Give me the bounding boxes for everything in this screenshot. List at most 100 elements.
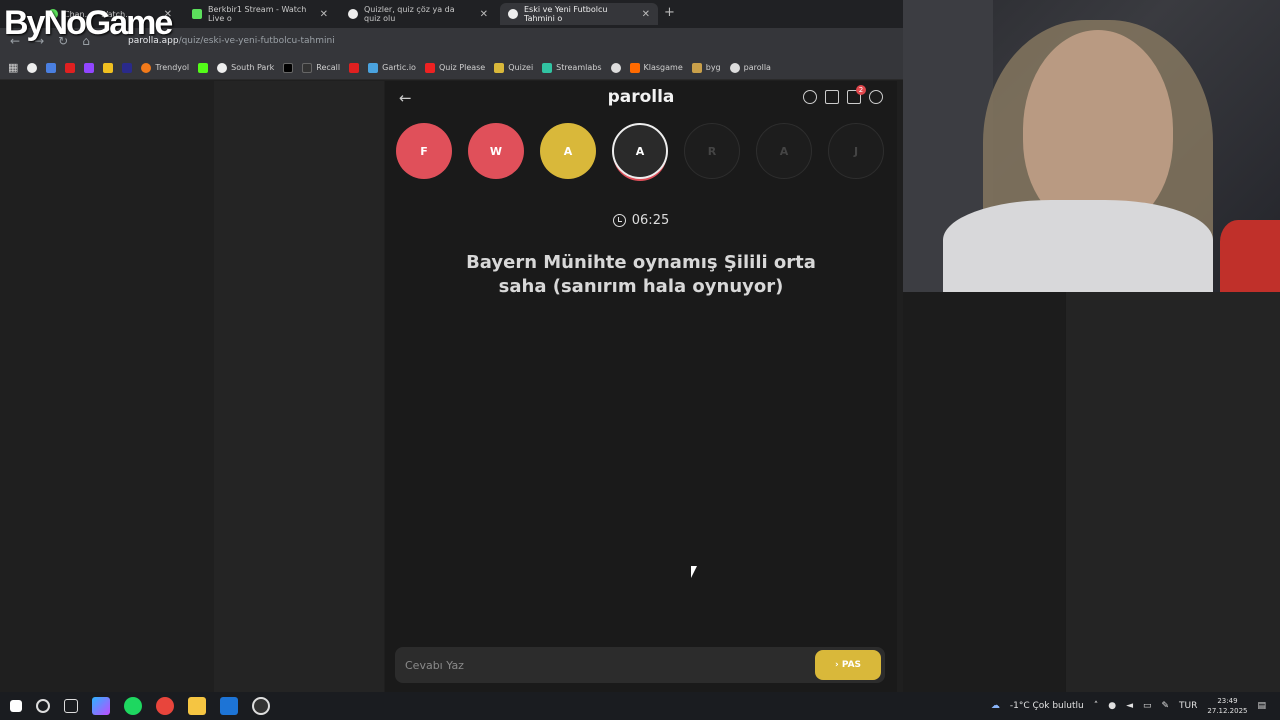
notification-badge: 2 [856, 85, 866, 95]
leaderboard-icon[interactable] [825, 90, 839, 104]
bookmark-blue[interactable] [122, 62, 133, 73]
bookmark-trendyol[interactable]: Trendyol [141, 62, 190, 73]
speaker-icon[interactable]: ◄ [1126, 701, 1133, 711]
pass-button[interactable]: › PAS [815, 650, 881, 680]
bookmark-x[interactable] [283, 62, 294, 73]
bookmark-youtube[interactable] [65, 62, 76, 73]
answer-input[interactable] [405, 655, 795, 675]
bookmark-label: Trendyol [155, 63, 190, 72]
browser-window: Chan... - Watch... ✕ Berkbir1 Stream - W… [0, 0, 903, 692]
bookmark-recall[interactable]: Recall [302, 62, 341, 73]
bookmark-kick[interactable] [198, 62, 209, 73]
apps-grid-icon[interactable]: ▦ [8, 61, 18, 74]
tab-close-icon[interactable]: ✕ [480, 9, 488, 20]
bookmark-globe[interactable] [610, 62, 621, 73]
language-indicator[interactable]: TUR [1179, 701, 1197, 711]
bookmark-label: Streamlabs [556, 63, 602, 72]
bookmark-quiz-please[interactable]: Quiz Please [424, 62, 486, 73]
tab-favicon-icon [348, 9, 358, 19]
bookmark-streamlabs[interactable]: Streamlabs [542, 62, 602, 73]
bookmark-youtube-2[interactable] [349, 62, 360, 73]
timer-value: 06:25 [631, 213, 670, 228]
streamlabs-icon [542, 62, 553, 73]
clock-date: 27.12.2025 [1207, 707, 1248, 715]
task-view-icon[interactable] [64, 699, 78, 713]
pass-label: PAS [841, 660, 862, 670]
new-tab-icon[interactable]: + [664, 5, 675, 20]
mouse-cursor-icon [691, 566, 697, 578]
quiz-please-icon [424, 62, 435, 73]
timer: 06:25 [385, 213, 897, 228]
bookmark-south-park[interactable]: South Park [217, 62, 274, 73]
bookmark-label: Quiz Please [438, 63, 486, 72]
parolla-icon [729, 62, 740, 73]
windows-start-icon[interactable] [10, 700, 22, 712]
microphone-icon[interactable]: ● [1108, 701, 1116, 711]
translate-icon [46, 62, 57, 73]
taskbar: ☁ -1°C Çok bulutlu ˄ ● ◄ ▭ ✎ TUR 23:49 2… [0, 692, 1280, 720]
copilot-icon[interactable] [92, 697, 110, 715]
chrome-icon[interactable] [156, 697, 174, 715]
tab-4-active[interactable]: Eski ve Yeni Futbolcu Tahmini o ✕ [500, 3, 658, 25]
tab-close-icon[interactable]: ✕ [642, 9, 650, 20]
webcam-red-light [1220, 220, 1280, 292]
bookmark-label: parolla [743, 63, 771, 72]
pen-icon[interactable]: ✎ [1162, 701, 1170, 711]
tab-close-icon[interactable]: ✕ [320, 9, 328, 20]
tab-label: Eski ve Yeni Futbolcu Tahmini o [524, 5, 608, 23]
bookmark-byg[interactable]: byg [691, 62, 721, 73]
far-right-panel [1066, 292, 1280, 692]
page-content: ← parolla 2 F W A A R A J 06:25 Bayern M… [0, 81, 903, 692]
bookmark-twitch[interactable] [84, 62, 95, 73]
chevron-up-icon[interactable]: ˄ [1094, 701, 1099, 711]
x-icon [283, 62, 294, 73]
tab-3[interactable]: Quizler, quiz çöz ya da quiz olu ✕ [340, 3, 496, 25]
outlook-icon[interactable] [220, 697, 238, 715]
letter-circle-pending: J [828, 123, 884, 179]
bookmark-translate[interactable] [46, 62, 57, 73]
bynogame-logo: ByNoGame [4, 4, 173, 42]
kick-icon [198, 62, 209, 73]
bookmark-quizei[interactable]: Quizei [494, 62, 533, 73]
search-icon[interactable] [36, 699, 50, 713]
bookmark-parolla[interactable]: parolla [729, 62, 771, 73]
webcam-person-body [943, 200, 1213, 292]
tab-favicon-icon [508, 9, 518, 19]
weather-icon: ☁ [990, 701, 1000, 711]
file-explorer-icon[interactable] [188, 697, 206, 715]
letter-circle-passed: A [540, 123, 596, 179]
letter-circle-wrong: W [468, 123, 524, 179]
bookmark-label: Recall [316, 63, 341, 72]
weather-text[interactable]: -1°C Çok bulutlu [1010, 701, 1084, 711]
parolla-app: ← parolla 2 F W A A R A J 06:25 Bayern M… [385, 81, 897, 692]
bookmark-gartic[interactable]: Gartic.io [368, 62, 416, 73]
bookmark-label: Gartic.io [382, 63, 416, 72]
tab-2[interactable]: Berkbir1 Stream - Watch Live o ✕ [184, 3, 336, 25]
bookmark-yellow[interactable] [103, 62, 114, 73]
letter-circle-current: A [612, 123, 668, 179]
notifications-icon[interactable]: ▤ [1257, 701, 1266, 711]
youtube-icon [349, 62, 360, 73]
google-icon [27, 62, 38, 73]
network-icon[interactable]: ▭ [1143, 701, 1152, 711]
letter-circle-pending: A [756, 123, 812, 179]
clock[interactable]: 23:49 27.12.2025 [1207, 696, 1247, 716]
obs-icon[interactable] [252, 697, 270, 715]
bookmark-yellow-icon [103, 62, 114, 73]
info-icon[interactable] [803, 90, 817, 104]
tab-label: Berkbir1 Stream - Watch Live o [208, 5, 307, 23]
youtube-icon [65, 62, 76, 73]
right-panel [903, 292, 1065, 692]
gartic-icon [368, 62, 379, 73]
trendyol-icon [141, 62, 152, 73]
url-path: /quiz/eski-ve-yeni-futbolcu-tahmini [178, 36, 335, 46]
messages-icon[interactable]: 2 [847, 85, 866, 104]
chevron-right-icon: › [834, 660, 839, 670]
bookmark-google[interactable] [27, 62, 38, 73]
spotify-icon[interactable] [124, 697, 142, 715]
bookmark-klasgame[interactable]: Klasgame [629, 62, 683, 73]
letter-circle-pending: R [684, 123, 740, 179]
bookmarks-bar: ▦ Trendyol South Park Recall Gartic.io Q… [0, 56, 903, 80]
profile-icon[interactable] [869, 90, 883, 104]
twitch-icon [84, 62, 95, 73]
